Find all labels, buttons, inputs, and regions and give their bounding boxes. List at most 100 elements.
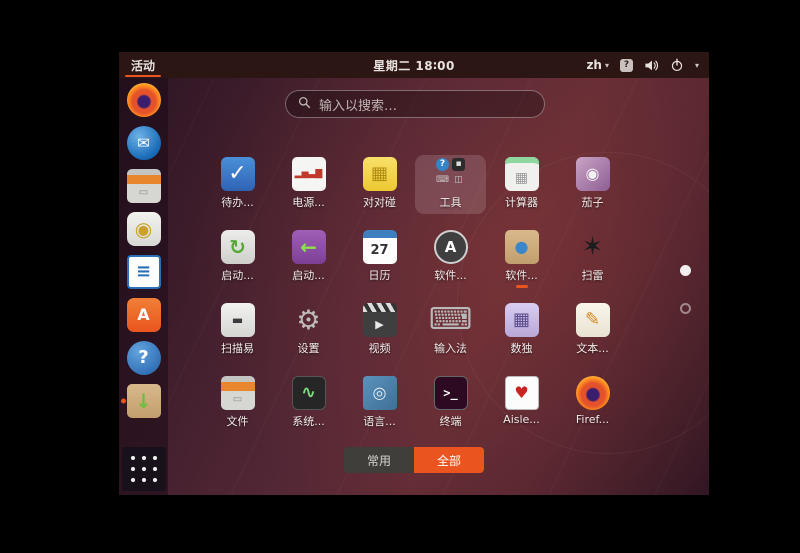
tab-all[interactable]: 全部 [414,447,484,473]
app-label: 计算器 [505,194,538,210]
speaker-icon: ◉ [127,212,161,246]
dock-item-thunderbird[interactable]: ✉ [119,126,168,160]
thunderbird-icon: ✉ [127,126,161,160]
software-box-globe-icon: ● [505,230,539,264]
app-software-updater[interactable]: A 软件... [415,228,486,283]
app-simple-scan[interactable]: ▬扫描易 [202,301,273,356]
app-startup-disk[interactable]: ↻启动... [202,228,273,283]
app-files-app[interactable]: ▭ 文件 [202,374,273,429]
search-input[interactable]: 输入以搜索… [285,90,545,118]
app-aisleriot[interactable]: ♥Aisle... [486,374,557,426]
keyboard-icon: ⌨ [434,303,468,337]
app-label: 系统... [292,413,325,429]
app-label: 文件 [227,413,249,429]
help-question-icon: ? [127,341,161,375]
volume-icon[interactable] [644,58,659,73]
app-language-support[interactable]: ◎语言... [344,374,415,429]
power-stats-chart-icon: ▂▅▃▇ [292,157,326,191]
utilities-folder-icon: ?▪⌨◫ [434,157,468,191]
app-label: 终端 [440,413,462,429]
app-calculator[interactable]: ▦ 计算器 [486,155,557,210]
activities-button[interactable]: 活动 [119,52,167,78]
app-label: 扫雷 [582,267,604,283]
page-dot-1[interactable] [680,265,691,276]
dock-item-firefox[interactable] [119,83,168,117]
search-icon [298,96,311,113]
system-menu-chevron-icon[interactable]: ▾ [695,61,699,70]
startup-apps-icon: ← [292,230,326,264]
software-bag-icon: A [127,298,161,332]
keyboard-layout-menu[interactable]: zh ▾ [586,58,609,72]
app-label: 扫描易 [221,340,254,356]
keyboard-layout-label: zh [586,58,602,72]
folder-mini-icon: ⌨ [436,174,449,187]
app-videos[interactable]: ▶视频 [344,301,415,356]
app-label: 茄子 [582,194,604,210]
app-label: 电源... [292,194,325,210]
file-cabinet-icon: ▭ [221,376,255,410]
app-label: Aisle... [503,413,540,426]
app-label: 数独 [511,340,533,356]
power-icon[interactable] [670,58,684,72]
dock-item-app-grid-button[interactable] [119,447,168,491]
app-label: 软件... [434,267,467,283]
app-grid: ✓待办... ▂▅▃▇ 电源... ▦对对碰 ?▪⌨◫ 工具 ▦ 计算器 ◉ 茄子 ↻启动... ← 启… [202,155,628,447]
dock-item-libreoffice-writer[interactable]: ≡ [119,255,168,289]
running-indicator [121,399,126,404]
search-placeholder: 输入以搜索… [319,95,397,114]
terminal-icon: >_ [434,376,468,410]
app-label: 对对碰 [363,194,396,210]
app-power-statistics[interactable]: ▂▅▃▇ 电源... [273,155,344,210]
dock-item-package-installer[interactable]: ↓ [119,384,168,418]
app-todo[interactable]: ✓待办... [202,155,273,210]
activities-label: 活动 [131,57,155,74]
tab-frequent[interactable]: 常用 [344,447,414,473]
app-text-editor[interactable]: ✎文本... [557,301,628,356]
app-startup-apps[interactable]: ← 启动... [273,228,344,283]
app-settings[interactable]: ⚙ 设置 [273,301,344,356]
clock[interactable]: 星期二 18∶00 [373,57,455,74]
dock-item-files[interactable]: ▭ [119,169,168,203]
folder-mini-icon: ? [436,158,449,171]
app-mines[interactable]: ✶ 扫雷 [557,228,628,283]
app-label: 语言... [363,413,396,429]
app-software-updates[interactable]: ● 软件... [486,228,557,288]
dock-item-ubuntu-software[interactable]: A [119,298,168,332]
app-label: 输入法 [434,340,467,356]
app-system-monitor[interactable]: ∿系统... [273,374,344,429]
app-cheese[interactable]: ◉ 茄子 [557,155,628,210]
dock: ✉ ▭ ◉ ≡ A? ↓ [119,78,168,495]
clapperboard-icon: ▶ [363,303,397,337]
firefox-icon [576,376,610,410]
dock-item-help[interactable]: ? [119,341,168,375]
app-label: 设置 [298,340,320,356]
app-label: 启动... [292,267,325,283]
top-bar: 活动 星期二 18∶00 zh ▾ ? [119,52,709,78]
calculator-icon: ▦ [505,157,539,191]
app-input-method[interactable]: ⌨ 输入法 [415,301,486,356]
page-indicator [680,265,691,314]
app-grid-dots-icon [122,447,166,491]
page-dot-2[interactable] [680,303,691,314]
software-updater-icon: A [434,230,468,264]
app-firefox-app[interactable]: Firef... [557,374,628,426]
input-method-icon[interactable]: ? [620,59,633,72]
package-box-icon: ↓ [127,384,161,418]
writer-document-icon: ≡ [127,255,161,289]
chevron-down-icon: ▾ [605,61,609,70]
dock-item-rhythmbox[interactable]: ◉ [119,212,168,246]
app-calendar[interactable]: 27日历 [344,228,415,283]
settings-gear-icon: ⚙ [292,303,326,337]
app-label: 工具 [440,194,462,210]
cheese-webcam-icon: ◉ [576,157,610,191]
app-swell-foop[interactable]: ▦对对碰 [344,155,415,210]
app-label: 启动... [221,267,254,283]
app-sudoku[interactable]: ▦数独 [486,301,557,356]
mine-icon: ✶ [576,230,610,264]
file-cabinet-icon: ▭ [127,169,161,203]
app-terminal[interactable]: >_ 终端 [415,374,486,429]
app-utilities-folder[interactable]: ?▪⌨◫ 工具 [415,155,486,214]
app-label: 软件... [505,267,538,283]
app-label: 日历 [369,267,391,283]
system-status-area: zh ▾ ? ▾ [586,58,709,73]
